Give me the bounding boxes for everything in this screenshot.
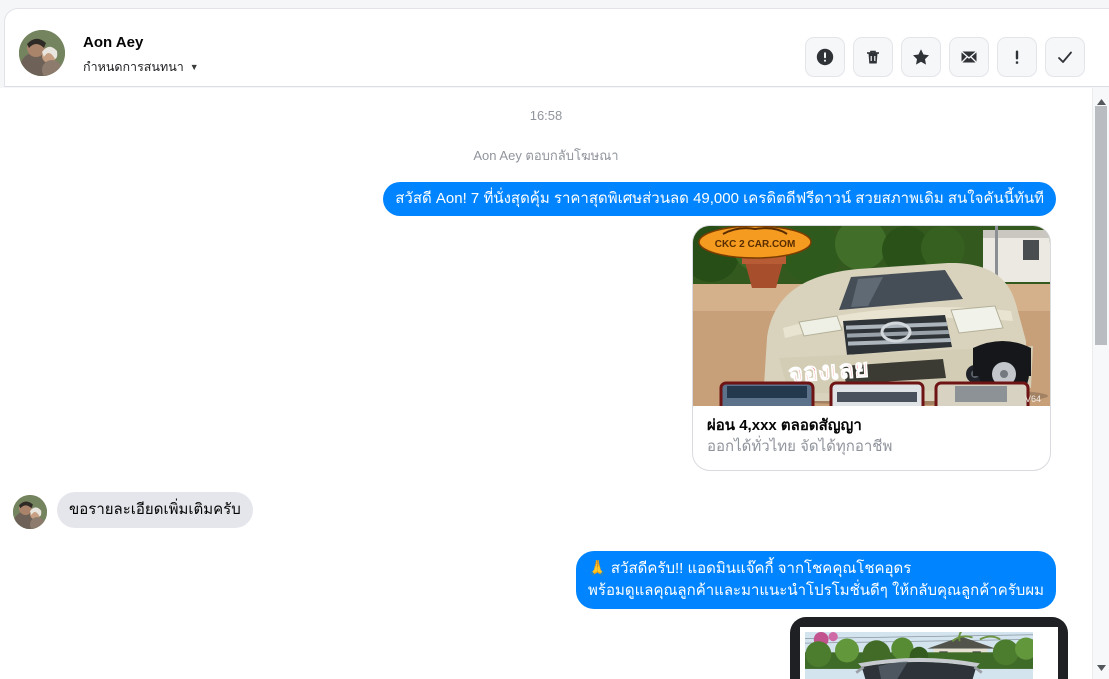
car-photo-2 — [805, 632, 1033, 679]
exclamation-icon — [1007, 47, 1027, 67]
important-button[interactable] — [997, 37, 1037, 77]
trash-icon — [863, 47, 883, 67]
timestamp: 16:58 — [529, 108, 563, 123]
mark-done-button[interactable] — [1045, 37, 1085, 77]
ad-reply-note: Aon Aey ตอบกลับโฆษณา — [473, 148, 619, 163]
message-line-1: 🙏 สวัสดีครับ!! แอดมินแจ๊คกี้ จากโชคคุณโช… — [588, 560, 912, 577]
mark-unread-button[interactable] — [949, 37, 989, 77]
scroll-down-arrow[interactable] — [1093, 658, 1109, 676]
messenger-inbox-window: Aon Aey กำหนดการสนทนา ▼ 16:58 Aon Aey ตอ… — [0, 0, 1109, 679]
avatar — [19, 30, 65, 76]
report-button[interactable] — [805, 37, 845, 77]
car-listing-subtitle: ออกได้ทั่วไทย จัดได้ทุกอาชีพ — [707, 438, 893, 455]
car-listing-card[interactable]: จองเลย CKC 2 CAR.COM V64 ผ่อน 4,xxx ตลอด… — [692, 225, 1051, 471]
envelope-icon — [959, 47, 979, 67]
scrollbar[interactable] — [1092, 88, 1109, 679]
header-action-buttons — [805, 37, 1085, 77]
dealer-badge: CKC 2 CAR.COM — [698, 226, 812, 259]
avatar — [13, 495, 47, 529]
conversation-menu-label: กำหนดการสนทนา — [83, 60, 184, 74]
message-thread: 16:58 Aon Aey ตอบกลับโฆษณา สวัสดี Aon! 7… — [0, 88, 1092, 679]
car-photo[interactable]: จองเลย CKC 2 CAR.COM V64 — [693, 226, 1050, 406]
outgoing-message-bubble: 🙏 สวัสดีครับ!! แอดมินแจ๊คกี้ จากโชคคุณโช… — [576, 551, 1056, 609]
outgoing-message-bubble: สวัสดี Aon! 7 ที่นั่งสุดคุ้ม ราคาสุดพิเศ… — [383, 182, 1056, 216]
message-line-2: พร้อมดูแลคุณลูกค้าและมาแนะนำโปรโมชั่นดีๆ… — [588, 582, 1044, 599]
delete-button[interactable] — [853, 37, 893, 77]
car-listing-title: ผ่อน 4,xxx ตลอดสัญญา — [707, 417, 862, 434]
conversation-menu-button[interactable]: กำหนดการสนทนา ▼ — [83, 57, 199, 77]
avatar-photo — [19, 30, 65, 76]
conversation-header: Aon Aey กำหนดการสนทนา ▼ — [4, 8, 1109, 87]
incoming-message-bubble: ขอรายละเอียดเพิ่มเติมครับ — [57, 492, 253, 528]
star-icon — [911, 47, 931, 67]
scrollbar-thumb[interactable] — [1095, 106, 1107, 345]
car-listing-caption[interactable]: ผ่อน 4,xxx ตลอดสัญญา ออกได้ทั่วไทย จัดได… — [693, 406, 1050, 470]
contact-name: Aon Aey — [83, 34, 144, 51]
watermark-text: V64 — [1025, 394, 1041, 404]
car-photo-framed[interactable] — [790, 617, 1068, 679]
dealer-badge-text: CKC 2 CAR.COM — [715, 239, 796, 250]
photo-thumbnails — [719, 381, 1030, 406]
photo-matte — [800, 627, 1058, 679]
star-button[interactable] — [901, 37, 941, 77]
check-icon — [1055, 47, 1075, 67]
exclamation-circle-icon — [815, 47, 835, 67]
chevron-down-icon: ▼ — [189, 61, 199, 72]
avatar-photo — [13, 495, 47, 529]
